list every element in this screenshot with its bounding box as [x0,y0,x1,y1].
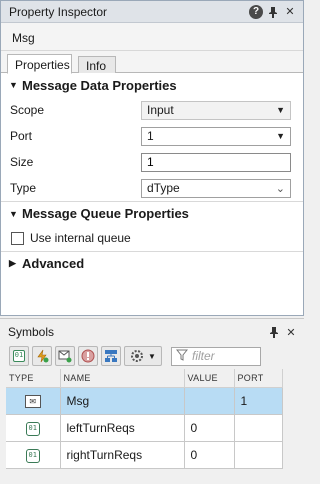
internal-queue-row: Use internal queue [1,225,303,251]
tab-bar: Properties Info [1,51,303,74]
panel-title: Property Inspector [9,4,108,19]
expand-triangle-icon: ▶ [9,258,16,268]
add-data-button[interactable]: 01 [9,346,29,366]
type-row: Type dType ⌄ [1,175,303,201]
collapse-triangle-icon: ▼ [9,208,18,219]
section-message-data[interactable]: ▼ Message Data Properties [1,73,303,97]
symbols-panel: Symbols ✕ 01 ▼ filter TYPE NAME VALUE PO… [0,318,304,484]
scope-dropdown[interactable]: Input ▼ [141,100,291,120]
add-message-icon [58,350,72,363]
section-title: Message Data Properties [22,77,177,93]
name-cell[interactable]: Msg [60,387,185,415]
add-data-icon: 01 [13,350,25,362]
type-cell: ✉ [6,387,61,415]
value-cell[interactable]: 0 [184,414,235,442]
port-cell[interactable]: 1 [234,387,283,415]
value-cell[interactable] [184,387,235,415]
type-label: Type [10,181,37,195]
port-label: Port [10,129,33,143]
name-cell[interactable]: leftTurnReqs [60,414,185,442]
value-cell[interactable]: 0 [184,441,235,469]
port-row: Port 1 ▼ [1,123,303,149]
remove-icon [81,349,95,363]
settings-dropdown-button[interactable]: ▼ [124,346,162,366]
section-title: Message Queue Properties [22,206,189,221]
name-cell[interactable]: rightTurnReqs [60,441,185,469]
column-header-type[interactable]: TYPE [6,369,61,388]
scope-row: Scope Input ▼ [1,97,303,123]
filter-icon [175,349,189,364]
help-icon[interactable]: ? [249,4,263,19]
size-row: Size [1,149,303,175]
add-event-button[interactable] [32,346,52,366]
symbols-toolbar: 01 ▼ filter [0,343,304,369]
tab-info[interactable]: Info [78,56,116,73]
port-cell[interactable] [234,414,283,442]
resolve-icon [105,350,117,362]
collapse-triangle-icon: ▼ [9,80,18,90]
property-inspector-titlebar: Property Inspector ? ✕ [1,1,303,23]
column-header-port[interactable]: PORT [234,369,283,388]
add-message-button[interactable] [55,346,75,366]
panel-title: Symbols [8,325,55,339]
type-cell: 01 [6,441,61,469]
internal-queue-label: Use internal queue [30,231,131,245]
dropdown-arrow-icon: ▼ [276,131,285,141]
table-row[interactable]: 01 rightTurnReqs 0 [6,441,283,469]
table-row[interactable]: 01 leftTurnReqs 0 [6,414,283,442]
add-event-icon [37,349,49,363]
close-icon[interactable]: ✕ [283,5,297,19]
message-icon: ✉ [24,395,41,408]
chevron-down-icon: ⌄ [275,182,285,195]
port-dropdown[interactable]: 1 ▼ [141,126,291,146]
table-header: TYPE NAME VALUE PORT [6,369,283,388]
property-inspector-panel: Property Inspector ? ✕ Msg Properties In… [0,0,304,316]
filter-placeholder: filter [192,349,215,363]
filter-input[interactable]: filter [171,346,261,366]
table-row[interactable]: ✉ Msg 1 [6,387,283,415]
object-name: Msg [1,23,303,51]
chevron-down-icon: ▼ [148,351,156,361]
pin-icon[interactable] [266,5,280,19]
port-cell[interactable] [234,441,283,469]
scope-value: Input [147,103,174,117]
column-header-name[interactable]: NAME [60,369,185,388]
scope-label: Scope [10,103,45,117]
remove-button[interactable] [78,346,98,366]
symbols-table: TYPE NAME VALUE PORT ✉ Msg 1 01 leftTurn… [6,369,283,469]
size-label: Size [10,155,34,169]
data-icon: 01 [25,449,40,463]
column-header-value[interactable]: VALUE [184,369,235,388]
settings-dropdown-icon [131,350,144,362]
tab-properties[interactable]: Properties [7,54,72,74]
type-cell: 01 [6,414,61,442]
pin-icon[interactable] [267,325,281,339]
section-title: Advanced [22,256,85,271]
symbols-titlebar: Symbols ✕ [0,319,304,343]
type-value: dType [147,181,180,195]
data-icon: 01 [25,422,40,436]
resolve-button[interactable] [101,346,121,366]
section-advanced[interactable]: ▶ Advanced [1,251,303,275]
port-value: 1 [147,129,154,143]
type-combobox[interactable]: dType ⌄ [141,178,291,198]
dropdown-arrow-icon: ▼ [276,105,285,115]
close-icon[interactable]: ✕ [284,325,298,339]
size-input[interactable] [141,152,291,172]
internal-queue-checkbox[interactable] [11,231,24,245]
section-message-queue[interactable]: ▼ Message Queue Properties [1,201,303,225]
